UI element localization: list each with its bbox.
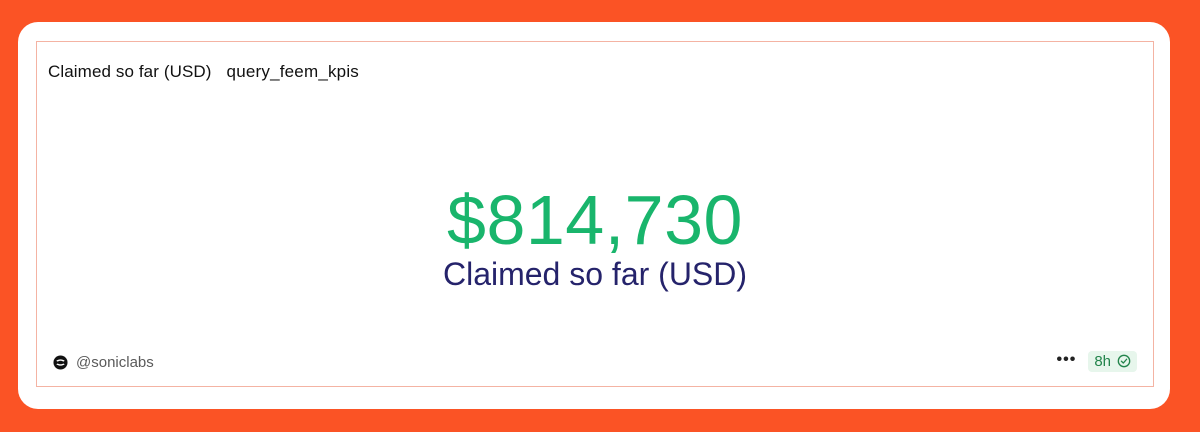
check-circle-icon [1117, 354, 1131, 368]
refresh-age: 8h [1094, 352, 1111, 370]
card-footer-actions: ••• 8h [1055, 350, 1137, 372]
counter-card: Claimed so far (USD) query_feem_kpis $81… [18, 22, 1170, 409]
author-link[interactable]: @soniclabs [53, 354, 154, 371]
card-frame: Claimed so far (USD) query_feem_kpis $81… [36, 41, 1154, 387]
refresh-status-badge[interactable]: 8h [1088, 350, 1137, 372]
counter-display: $814,730 Claimed so far (USD) [37, 185, 1153, 292]
query-name-link[interactable]: query_feem_kpis [227, 62, 359, 82]
author-handle: @soniclabs [76, 354, 154, 371]
card-header: Claimed so far (USD) query_feem_kpis [48, 62, 359, 82]
counter-label: Claimed so far (USD) [442, 256, 748, 292]
card-title: Claimed so far (USD) [48, 62, 212, 81]
more-dots-icon[interactable]: ••• [1055, 350, 1079, 372]
counter-value: $814,730 [447, 181, 743, 259]
sonic-logo-icon [53, 355, 68, 370]
